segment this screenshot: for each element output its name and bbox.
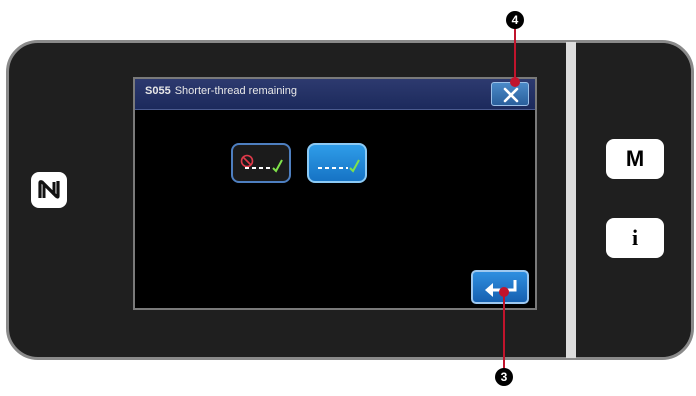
info-button[interactable]: i <box>606 218 664 258</box>
callout-line-close <box>514 28 516 81</box>
option-shorter-thread-off[interactable] <box>231 143 291 183</box>
close-icon <box>503 87 519 103</box>
no-short-thread-icon <box>240 154 283 173</box>
display-screen: S055 Shorter-thread remaining <box>133 77 537 310</box>
nfc-icon <box>31 172 67 208</box>
short-thread-icon <box>318 159 360 173</box>
side-panel <box>576 43 691 357</box>
mode-button[interactable]: M <box>606 139 664 179</box>
close-button[interactable] <box>491 82 529 106</box>
dialog-code: S055 <box>145 85 171 97</box>
dialog-titlebar: S055 Shorter-thread remaining <box>135 79 535 110</box>
callout-line-enter <box>503 292 505 369</box>
option-shorter-thread-on[interactable] <box>307 143 367 183</box>
panel-divider <box>566 42 576 358</box>
callout-dot-close <box>510 77 520 87</box>
dialog-title-text: Shorter-thread remaining <box>174 85 297 97</box>
callout-number-enter: 3 <box>495 368 513 386</box>
dialog-content <box>135 110 535 308</box>
callout-number-close: 4 <box>506 11 524 29</box>
dialog-title: S055 Shorter-thread remaining <box>145 85 297 97</box>
